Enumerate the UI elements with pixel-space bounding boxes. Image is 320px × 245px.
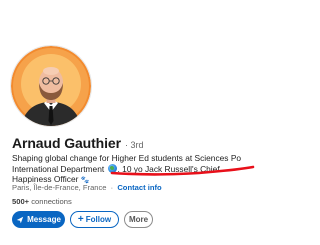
more-button[interactable]: More [124, 211, 153, 228]
message-button[interactable]: Message [12, 211, 65, 228]
globe-icon [107, 163, 117, 173]
profile-name: Arnaud Gauthier [12, 135, 121, 151]
more-label: More [128, 215, 149, 224]
send-icon [16, 216, 24, 224]
connections-number: 500+ [12, 197, 30, 206]
action-buttons: Message + Follow More [12, 211, 153, 228]
name-row: Arnaud Gauthier · 3rd [12, 135, 143, 151]
avatar-photo [11, 46, 91, 126]
plus-icon: + [77, 213, 84, 225]
connection-degree: · 3rd [124, 140, 144, 150]
profile-headline: Shaping global change for Higher Ed stud… [12, 153, 256, 187]
profile-card: Arnaud Gauthier · 3rd Shaping global cha… [0, 0, 256, 245]
connections-count[interactable]: 500+ connections [12, 197, 72, 206]
location-row: Paris, Île-de-France, France · Contact i… [12, 183, 162, 192]
message-label: Message [27, 215, 61, 224]
connections-label: connections [31, 197, 72, 206]
avatar[interactable] [11, 46, 91, 126]
contact-info-link[interactable]: Contact info [117, 183, 161, 192]
follow-label: Follow [85, 215, 112, 224]
separator: · [110, 183, 114, 192]
follow-button[interactable]: + Follow [70, 211, 119, 228]
location-text: Paris, Île-de-France, France [12, 183, 107, 192]
